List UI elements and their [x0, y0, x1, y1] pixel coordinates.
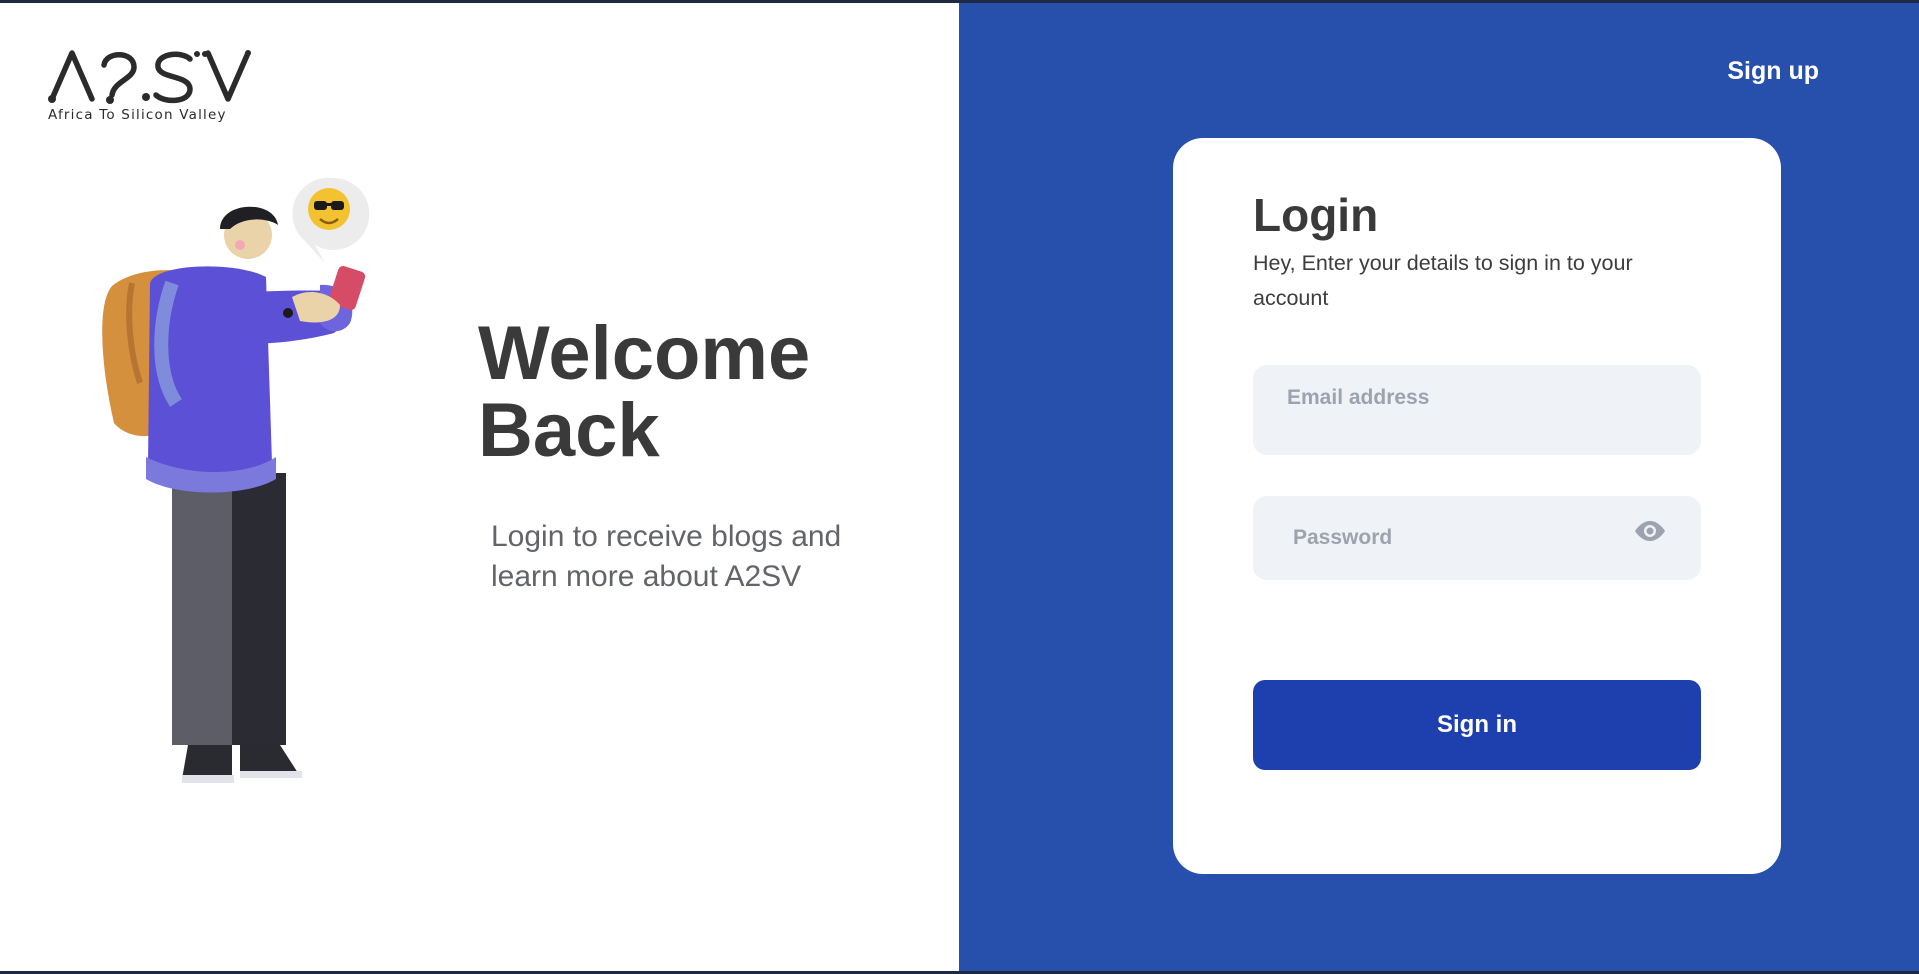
welcome-heading: Welcome Back	[478, 311, 811, 473]
login-card: Login Hey, Enter your details to sign in…	[1173, 138, 1781, 874]
login-panel: Sign up Login Hey, Enter your details to…	[959, 3, 1919, 971]
a2sv-logo: Africa To Silicon Valley	[48, 47, 258, 123]
password-field-wrapper	[1253, 496, 1701, 580]
logo-tagline: Africa To Silicon Valley	[48, 107, 227, 123]
password-field[interactable]	[1293, 496, 1633, 580]
emoji-speech-bubble	[292, 177, 370, 263]
signin-button[interactable]: Sign in	[1253, 680, 1701, 770]
email-field[interactable]	[1287, 365, 1667, 431]
student-illustration	[102, 177, 370, 783]
welcome-panel: Africa To Silicon Valley Welcome Back Lo…	[0, 3, 959, 971]
welcome-subtitle: Login to receive blogs and learn more ab…	[491, 520, 842, 593]
a2sv-logo-mark	[48, 50, 251, 104]
login-subtitle: Hey, Enter your details to sign in to yo…	[1253, 251, 1633, 310]
login-page: Africa To Silicon Valley Welcome Back Lo…	[0, 3, 1919, 971]
login-title: Login	[1253, 189, 1379, 241]
eye-icon[interactable]	[1633, 519, 1667, 543]
email-field-wrapper	[1253, 365, 1701, 455]
signup-link[interactable]: Sign up	[1727, 57, 1819, 86]
